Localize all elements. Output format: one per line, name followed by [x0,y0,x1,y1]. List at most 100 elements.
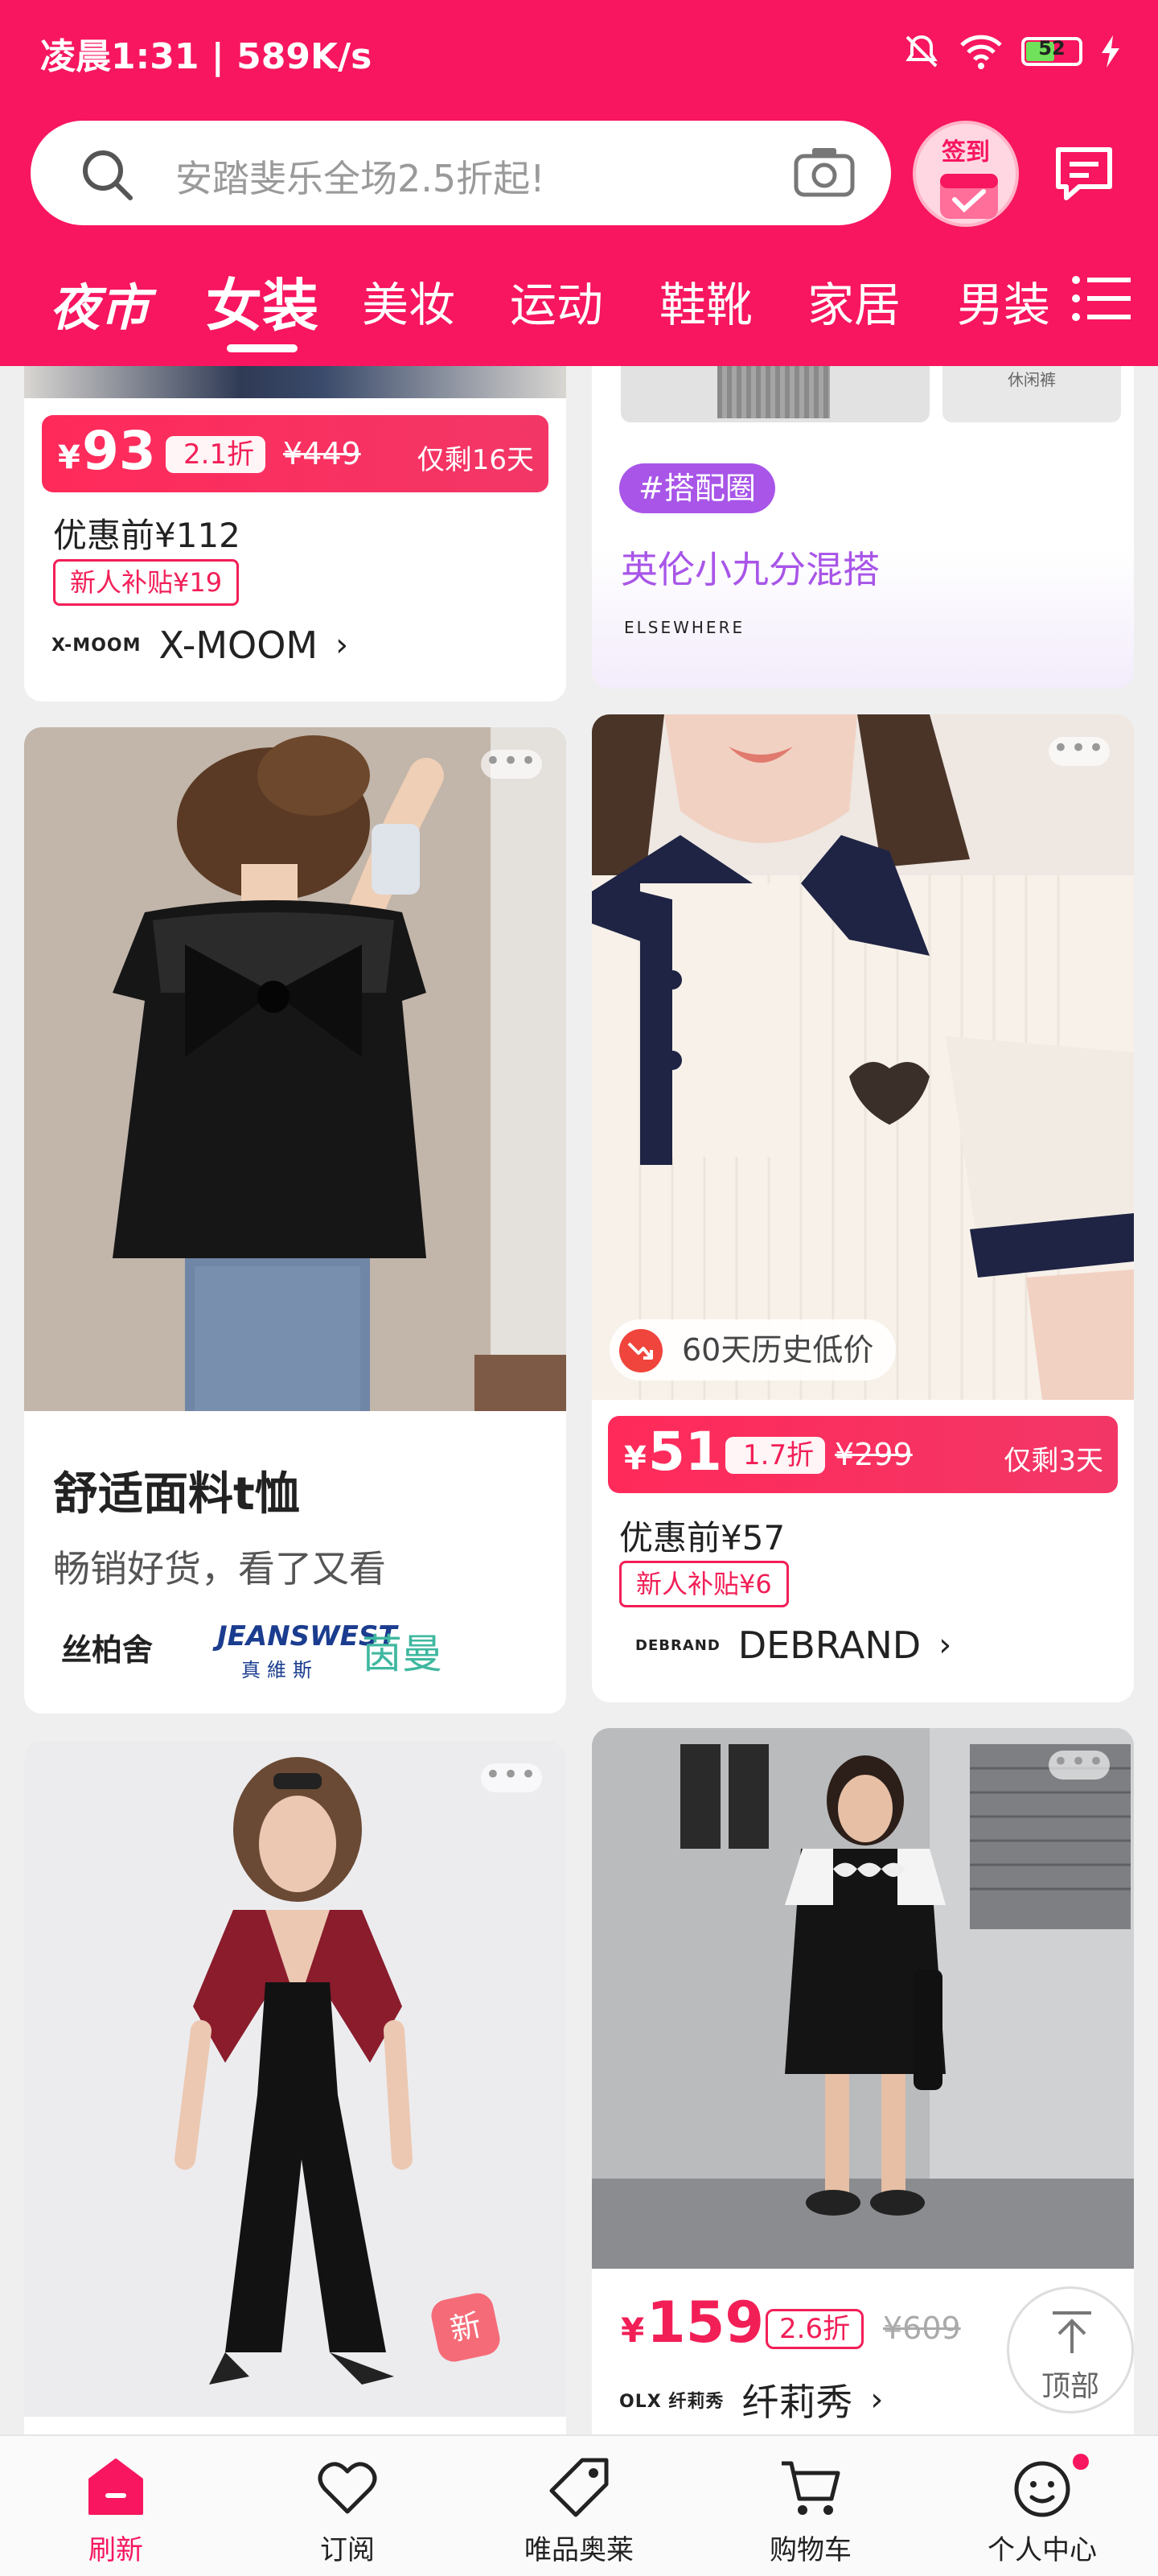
search-bar[interactable]: 安踏斐乐全场2.5折起! [31,121,891,225]
tab-mens[interactable]: 男装 [957,267,1050,335]
product-image [592,714,1134,1400]
nav-label: 唯品奥莱 [524,2534,634,2566]
time-remaining: 仅剩3天 [1004,1445,1103,1477]
wifi-icon [960,35,1002,69]
original-price: ¥449 [283,436,361,471]
nav-outlet[interactable]: 唯品奥莱 [491,2436,667,2576]
nav-label: 刷新 [88,2534,143,2566]
mute-bell-icon [905,35,938,68]
original-price: ¥609 [883,2311,961,2346]
trend-down-icon [619,1329,663,1372]
price-bar: ¥ 51 1.7折 ¥299 仅剩3天 [608,1416,1118,1493]
topic-subtitle: 畅销好货，看了又看 [53,1547,386,1590]
brand-logo-sibaishe[interactable]: 丝柏舍 [61,1625,153,1669]
price-value: 51 [648,1421,722,1483]
product-image [592,1728,1134,2269]
time-remaining: 仅剩16天 [417,444,534,476]
outfit-title: 英伦小九分混搭 [621,548,880,591]
tab-night-market[interactable]: 夜市 [50,267,150,339]
tab-sports[interactable]: 运动 [510,267,603,335]
nav-cart[interactable]: 购物车 [722,2436,899,2576]
chevron-right-icon: › [938,1627,952,1664]
heart-icon [318,2462,377,2514]
charging-bolt-icon [1102,35,1119,68]
status-time: 凌晨1:31 | 589K/s [40,36,372,77]
product-card-debrand[interactable]: ••• 60天历史低价 ¥ 51 1.7折 ¥299 仅剩3天 优惠前¥57 新… [592,714,1134,1702]
newbie-subsidy-tag: 新人补贴¥19 [53,559,240,606]
thumb-label: 休闲裤 [1008,370,1056,389]
checkin-button[interactable]: 签到 [913,121,1019,227]
brand-name: DEBRAND [737,1623,922,1667]
nav-label: 购物车 [770,2534,852,2566]
discount-badge: 1.7折 [725,1437,826,1474]
brand-logo: ELSEWHERE [624,618,745,637]
top-header: 凌晨1:31 | 589K/s 52 安踏斐乐全场2.5折起! 签到 夜市 女装… [0,0,1158,366]
topic-card-tshirt[interactable]: ••• 舒适面料t恤 畅销好货，看了又看 丝柏舍 JEANSWEST 真維斯 茵… [24,727,566,1714]
cart-icon [782,2461,840,2515]
more-options-button[interactable]: ••• [481,1761,542,1792]
nav-label: 订阅 [320,2534,375,2566]
pre-coupon-price: 优惠前¥112 [53,516,240,555]
chevron-right-icon: › [335,627,349,664]
brand-row[interactable]: DEBRAND DEBRAND › [635,1623,951,1667]
more-options-button[interactable]: ••• [1049,1748,1110,1780]
status-icons: 52 [902,27,1121,76]
price-bar: ¥ 93 2.1折 ¥449 仅剩16天 [42,415,548,492]
menu-list-icon[interactable] [1070,272,1134,325]
tab-shoes[interactable]: 鞋靴 [659,267,753,335]
brand-row[interactable]: OLX 纤莉秀 纤莉秀 › [619,2373,883,2426]
brand-logo-jeanswest-cn: 真維斯 [241,1659,318,1681]
brand-name: X-MOOM [158,623,318,667]
price-currency: ¥ [621,2311,645,2350]
brand-name: 纤莉秀 [741,2381,853,2424]
product-image [24,727,566,1411]
nav-label: 个人中心 [988,2534,1097,2566]
product-card-xmoom[interactable]: ¥ 93 2.1折 ¥449 仅剩16天 优惠前¥112 新人补贴¥19 X-M… [24,338,566,702]
brand-logo: OLX 纤莉秀 [619,2392,725,2412]
battery-icon: 52 [1021,37,1082,66]
outfit-circle-tag: #搭配圈 [619,463,775,513]
more-options-button[interactable]: ••• [1049,735,1110,766]
discount-badge: 2.6折 [766,2309,864,2349]
tab-beauty[interactable]: 美妆 [362,267,455,335]
brand-logo: X-MOOM [51,635,142,656]
category-tabs: 夜市 女装 美妆 运动 鞋靴 家居 男装 [0,249,1158,354]
status-bar: 凌晨1:31 | 589K/s 52 [0,0,1158,105]
calendar-check-icon [940,174,998,219]
price-value: 93 [82,420,156,482]
original-price: ¥299 [835,1437,913,1472]
search-input[interactable]: 安踏斐乐全场2.5折起! [175,150,545,203]
product-card-jumpsuit[interactable]: ••• 新 [24,1741,566,2434]
back-to-top-label: 顶部 [1041,2370,1099,2403]
nav-profile[interactable]: 个人中心 [954,2436,1131,2576]
search-icon [83,150,133,200]
outfit-card-elsewhere[interactable]: 休闲裤 #搭配圈 英伦小九分混搭 ELSEWHERE [592,338,1134,689]
nav-subscribe[interactable]: 订阅 [259,2436,436,2576]
battery-level: 52 [1038,37,1066,60]
tag-icon [549,2458,609,2517]
topic-title: 舒适面料t恤 [53,1468,300,1520]
discount-badge: 2.1折 [166,436,266,473]
tab-womens[interactable]: 女装 [206,261,318,342]
back-to-top-button[interactable]: 顶部 [1007,2286,1134,2413]
arrow-up-icon [1053,2311,1091,2353]
home-icon [88,2459,143,2515]
bottom-navigation: 刷新 订阅 唯品奥莱 购物车 个人中心 [0,2434,1158,2576]
message-icon[interactable] [1052,142,1116,206]
more-options-button[interactable]: ••• [481,747,542,779]
brand-logo: DEBRAND [635,1636,721,1654]
active-tab-indicator [227,344,298,352]
chevron-right-icon: › [870,2381,884,2418]
camera-icon[interactable] [793,143,856,200]
tab-home[interactable]: 家居 [807,267,901,335]
brand-row[interactable]: X-MOOM X-MOOM › [51,623,348,667]
checkin-label: 签到 [942,138,990,167]
price-currency: ¥ [624,1440,647,1477]
pre-coupon-price: 优惠前¥57 [619,1518,786,1558]
nav-refresh[interactable]: 刷新 [27,2436,204,2576]
price-value: 159 [647,2290,765,2356]
notification-dot [1073,2454,1089,2470]
price-currency: ¥ [58,439,80,476]
brand-logo-inman[interactable]: 茵曼 [362,1622,442,1680]
smile-icon [1014,2461,1070,2517]
